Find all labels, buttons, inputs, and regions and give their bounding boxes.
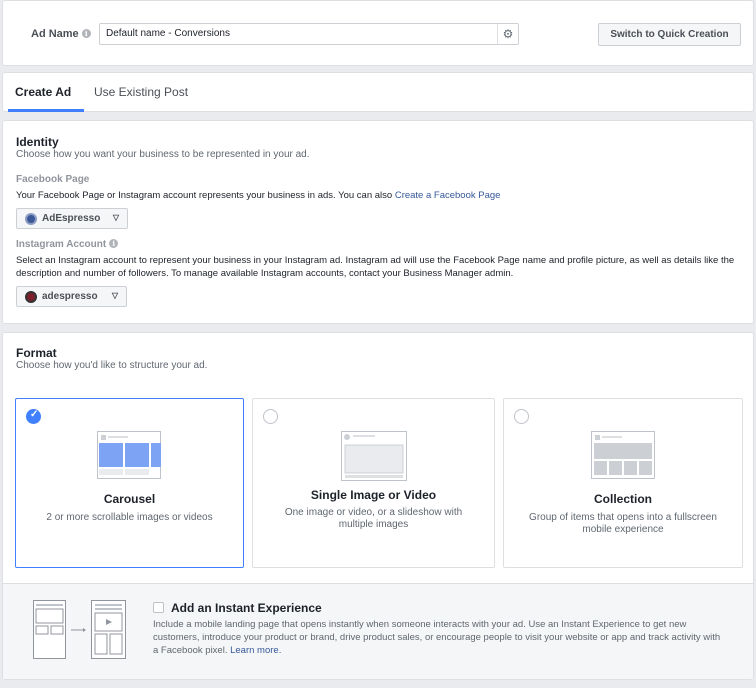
- identity-title: Identity: [16, 135, 59, 149]
- ad-name-label-text: Ad Name: [31, 28, 79, 40]
- format-option-carousel[interactable]: ✓ Carousel 2 or more scrollable images o…: [15, 398, 244, 568]
- switch-to-quick-creation-button[interactable]: Switch to Quick Creation: [598, 23, 741, 46]
- create-facebook-page-link[interactable]: Create a Facebook Page: [395, 190, 501, 201]
- instant-experience-description: Include a mobile landing page that opens…: [153, 618, 728, 657]
- facebook-page-description: Your Facebook Page or Instagram account …: [16, 189, 500, 202]
- carousel-illustration-icon: [97, 431, 161, 479]
- format-option-description: 2 or more scrollable images or videos: [46, 512, 213, 523]
- ad-name-label: Ad Name i: [31, 28, 91, 40]
- facebook-page-label: Facebook Page: [16, 174, 90, 185]
- identity-section: Identity Choose how you want your busine…: [2, 120, 754, 324]
- instagram-account-label: Instagram Account i: [16, 239, 119, 250]
- instant-experience-panel: Add an Instant Experience Include a mobi…: [3, 583, 753, 679]
- tab-use-existing-post[interactable]: Use Existing Post: [94, 85, 188, 99]
- format-option-collection[interactable]: Collection Group of items that opens int…: [503, 398, 743, 568]
- format-radio-collection[interactable]: [514, 409, 529, 424]
- info-icon[interactable]: i: [109, 239, 119, 248]
- chevron-down-icon: ▽: [111, 291, 118, 300]
- gear-icon[interactable]: ⚙: [497, 24, 518, 44]
- adespresso-page-avatar: [25, 213, 37, 225]
- format-section: Format Choose how you'd like to structur…: [2, 332, 754, 680]
- adespresso-instagram-avatar: [25, 291, 37, 303]
- format-radio-carousel[interactable]: ✓: [26, 409, 41, 424]
- active-tab-indicator: [8, 109, 84, 112]
- instagram-account-selected: adespresso: [42, 291, 98, 302]
- ad-name-input[interactable]: Default name - Conversions: [99, 23, 519, 45]
- instant-experience-checkbox[interactable]: [153, 602, 164, 613]
- instant-experience-title[interactable]: Add an Instant Experience: [171, 601, 322, 615]
- collection-illustration-icon: [591, 431, 655, 479]
- single-image-illustration-icon: [341, 431, 407, 481]
- facebook-page-selected: AdEspresso: [42, 213, 101, 224]
- info-icon[interactable]: i: [81, 29, 91, 38]
- identity-subtitle: Choose how you want your business to be …: [16, 149, 310, 160]
- format-option-title: Single Image or Video: [310, 488, 437, 502]
- instagram-account-description: Select an Instagram account to represent…: [16, 255, 735, 279]
- tabs-bar: Create Ad Use Existing Post: [2, 72, 754, 112]
- format-option-title: Carousel: [103, 492, 156, 506]
- checkmark-icon: ✓: [30, 409, 39, 420]
- facebook-page-description-text: Your Facebook Page or Instagram account …: [16, 190, 395, 201]
- instagram-account-label-text: Instagram Account: [16, 239, 107, 250]
- format-radio-single-image[interactable]: [263, 409, 278, 424]
- format-option-title: Collection: [593, 492, 652, 506]
- instant-experience-illustration-icon: [33, 600, 126, 659]
- format-option-single-image[interactable]: Single Image or Video One image or video…: [252, 398, 495, 568]
- chevron-down-icon: ▽: [112, 213, 119, 222]
- format-title: Format: [16, 346, 57, 360]
- ad-name-card: Ad Name i Default name - Conversions ⚙ Sw…: [2, 0, 754, 66]
- instagram-account-select[interactable]: adespresso ▽: [16, 286, 127, 307]
- format-option-description: One image or video, or a slideshow with …: [284, 507, 463, 530]
- learn-more-link[interactable]: Learn more.: [230, 645, 281, 656]
- facebook-page-select[interactable]: AdEspresso ▽: [16, 208, 128, 229]
- format-subtitle: Choose how you'd like to structure your …: [16, 360, 208, 371]
- format-option-description: Group of items that opens into a fullscr…: [529, 512, 717, 535]
- tab-create-ad[interactable]: Create Ad: [15, 85, 71, 99]
